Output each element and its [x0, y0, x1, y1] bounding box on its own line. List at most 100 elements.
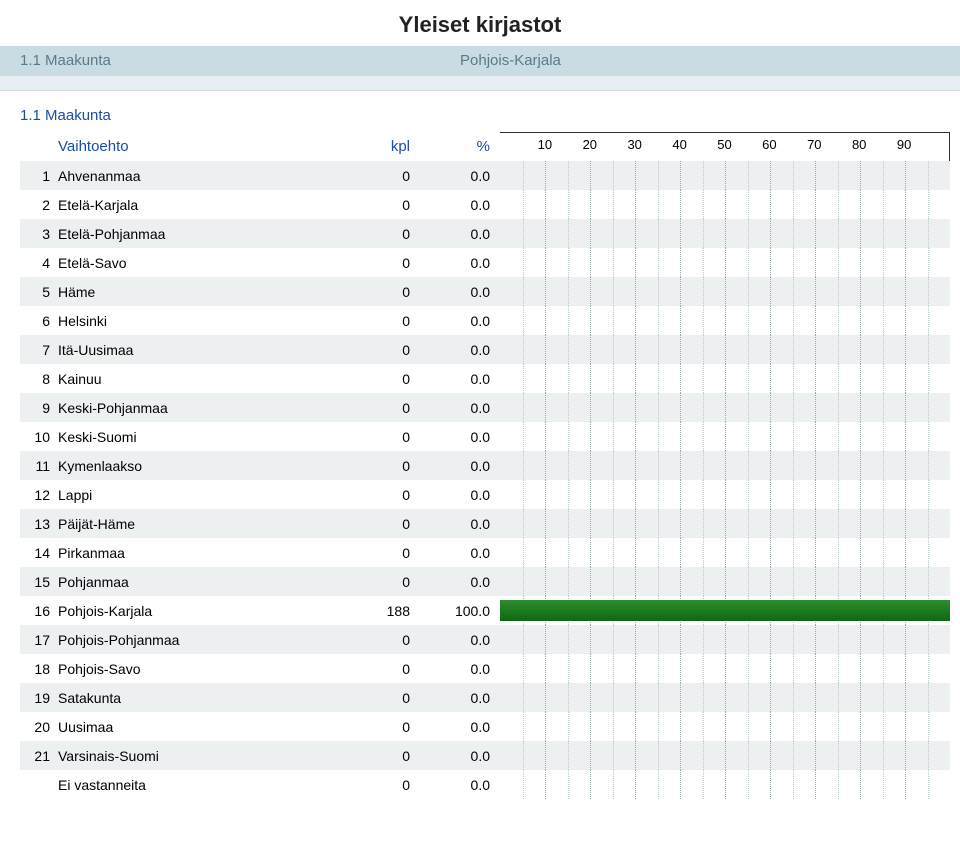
row-index: 21	[20, 748, 58, 764]
chart-row	[500, 654, 950, 683]
row-pct: 0.0	[420, 777, 500, 793]
gridline	[815, 422, 816, 451]
gridline-minor	[838, 161, 839, 190]
gridline	[905, 538, 906, 567]
row-kpl: 0	[340, 429, 420, 445]
gridline-minor	[703, 509, 704, 538]
gridline-minor	[838, 538, 839, 567]
gridline-minor	[883, 248, 884, 277]
gridline	[680, 770, 681, 799]
chart-row	[500, 625, 950, 654]
gridline-minor	[883, 451, 884, 480]
gridline-minor	[748, 422, 749, 451]
gridline	[905, 770, 906, 799]
gridline-minor	[928, 335, 929, 364]
gridline-minor	[568, 741, 569, 770]
table-row: 11Kymenlaakso00.0	[20, 451, 500, 480]
row-kpl: 0	[340, 371, 420, 387]
gridline	[860, 509, 861, 538]
row-pct: 0.0	[420, 748, 500, 764]
gridline-minor	[703, 161, 704, 190]
gridline-minor	[703, 654, 704, 683]
gridline	[770, 538, 771, 567]
gridline	[860, 422, 861, 451]
row-index: 19	[20, 690, 58, 706]
row-index: 8	[20, 371, 58, 387]
gridline-minor	[568, 712, 569, 741]
gridline-minor	[883, 683, 884, 712]
gridline	[815, 741, 816, 770]
gridline	[545, 277, 546, 306]
bar-chart: 102030405060708090	[500, 132, 960, 799]
gridline-minor	[613, 712, 614, 741]
row-name: Uusimaa	[58, 719, 340, 735]
gridline	[635, 654, 636, 683]
gridline	[770, 451, 771, 480]
gridline	[815, 248, 816, 277]
gridline	[725, 712, 726, 741]
gridline-minor	[703, 335, 704, 364]
row-kpl: 0	[340, 487, 420, 503]
gridline-minor	[748, 770, 749, 799]
row-kpl: 0	[340, 690, 420, 706]
gridline	[680, 161, 681, 190]
gridline	[635, 364, 636, 393]
gridline	[770, 509, 771, 538]
gridline-minor	[748, 306, 749, 335]
gridline-minor	[838, 741, 839, 770]
row-name: Pohjois-Pohjanmaa	[58, 632, 340, 648]
gridline	[590, 538, 591, 567]
row-index: 10	[20, 429, 58, 445]
row-kpl: 0	[340, 255, 420, 271]
gridline	[635, 480, 636, 509]
gridline	[770, 741, 771, 770]
gridline-minor	[523, 306, 524, 335]
row-pct: 0.0	[420, 661, 500, 677]
gridline-minor	[928, 567, 929, 596]
gridline-minor	[793, 219, 794, 248]
gridline-minor	[838, 422, 839, 451]
gridline-minor	[703, 306, 704, 335]
row-pct: 0.0	[420, 226, 500, 242]
gridline-minor	[883, 712, 884, 741]
gridline-minor	[838, 770, 839, 799]
axis-tick: 90	[897, 137, 911, 152]
row-pct: 0.0	[420, 690, 500, 706]
gridline	[680, 364, 681, 393]
gridline-minor	[613, 306, 614, 335]
gridline-minor	[703, 538, 704, 567]
gridline	[905, 393, 906, 422]
gridline-minor	[703, 625, 704, 654]
gridline	[590, 161, 591, 190]
gridline-minor	[568, 451, 569, 480]
gridline-minor	[613, 422, 614, 451]
gridline	[680, 248, 681, 277]
gridline	[860, 393, 861, 422]
sub-header: 1.1 Maakunta Pohjois-Karjala	[0, 46, 960, 75]
gridline-minor	[928, 422, 929, 451]
gridline-minor	[658, 741, 659, 770]
gridline-minor	[838, 480, 839, 509]
gridline	[905, 161, 906, 190]
gridline	[590, 567, 591, 596]
gridline-minor	[703, 741, 704, 770]
gridline	[545, 219, 546, 248]
data-table: Vaihtoehto kpl % 1Ahvenanmaa00.02Etelä-K…	[0, 132, 500, 799]
chart-row	[500, 567, 950, 596]
gridline	[905, 654, 906, 683]
chart-row	[500, 712, 950, 741]
gridline	[860, 480, 861, 509]
gridline-minor	[793, 509, 794, 538]
row-index: 4	[20, 255, 58, 271]
row-name: Päijät-Häme	[58, 516, 340, 532]
gridline	[635, 451, 636, 480]
row-pct: 0.0	[420, 487, 500, 503]
table-row: 17Pohjois-Pohjanmaa00.0	[20, 625, 500, 654]
gridline-minor	[658, 248, 659, 277]
gridline	[770, 248, 771, 277]
row-kpl: 0	[340, 777, 420, 793]
gridline	[635, 161, 636, 190]
gridline-minor	[523, 654, 524, 683]
gridline	[545, 712, 546, 741]
gridline	[590, 335, 591, 364]
